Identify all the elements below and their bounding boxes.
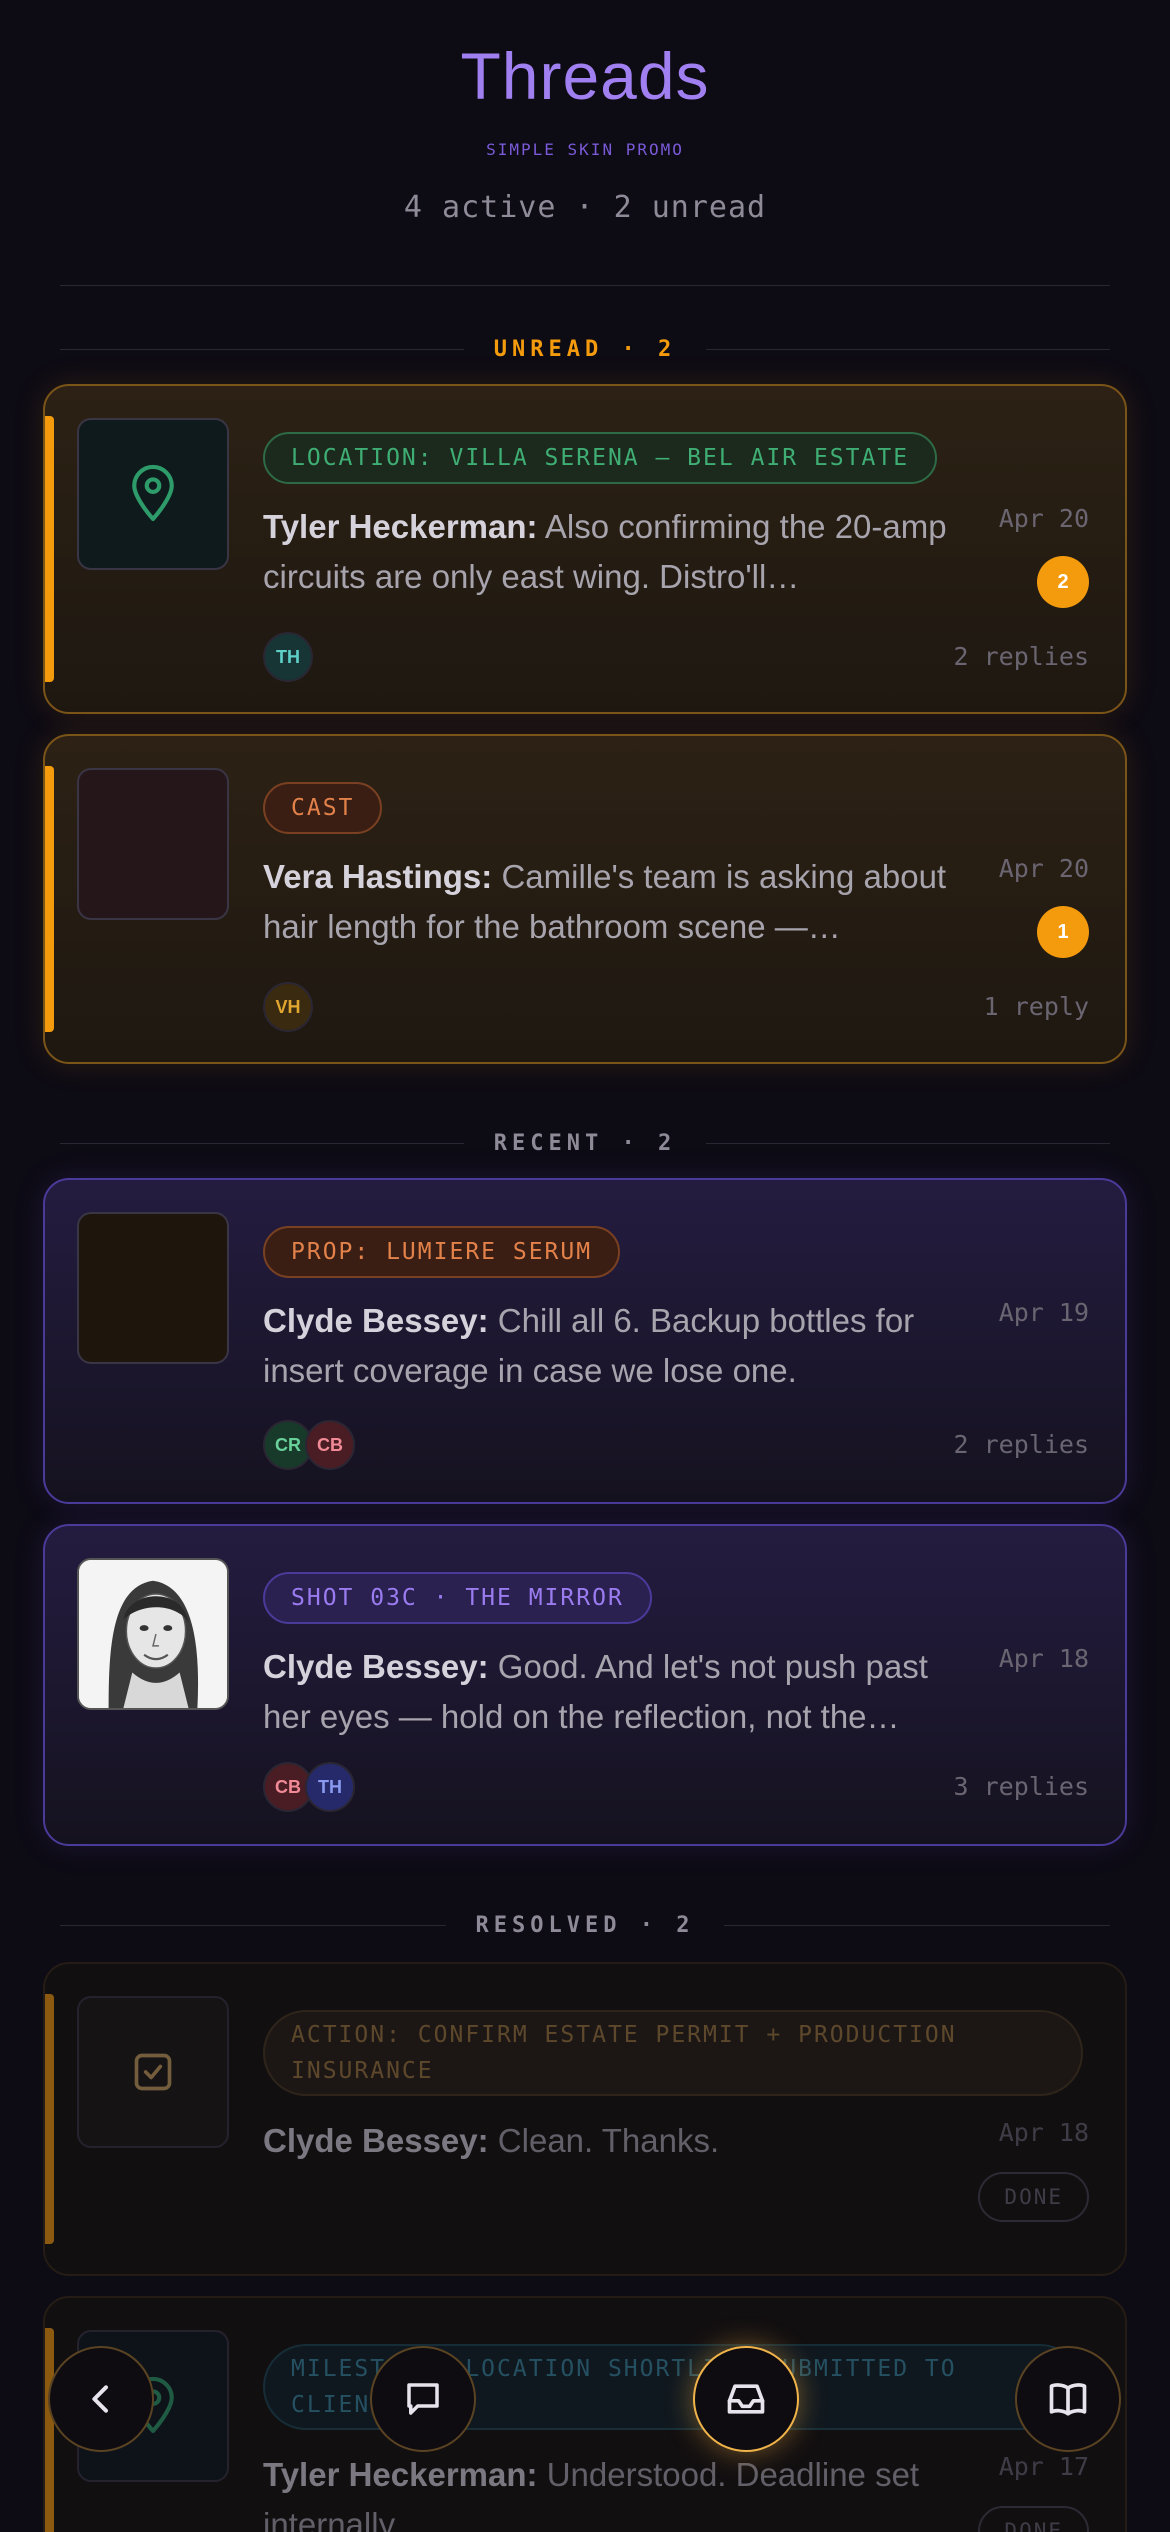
project-subtitle: SIMPLE SKIN PROMO xyxy=(486,140,684,159)
thread-thumbnail xyxy=(77,1996,229,2148)
thread-message: Tyler Heckerman: Understood. Deadline se… xyxy=(263,2450,963,2532)
thread-date: Apr 20 xyxy=(998,504,1089,533)
section-header-resolved: RESOLVED · 2 xyxy=(60,1910,1111,1940)
thread-message: Tyler Heckerman: Also confirming the 20-… xyxy=(263,502,963,602)
thread-message: Clyde Bessey: Chill all 6. Backup bottle… xyxy=(263,1296,963,1396)
page-title: Threads xyxy=(460,39,710,113)
reply-count[interactable]: 2 replies xyxy=(954,642,1089,671)
thread-tag[interactable]: ACTION: CONFIRM ESTATE PERMIT + PRODUCTI… xyxy=(263,2010,1083,2096)
thread-date: Apr 19 xyxy=(998,1298,1089,1327)
thread-card[interactable]: MILESTONE: LOCATION SHORTLIST SUBMITTED … xyxy=(43,2296,1127,2532)
thread-date: Apr 18 xyxy=(998,2118,1089,2147)
unread-indicator xyxy=(45,766,54,1032)
message-author: Clyde Bessey: xyxy=(263,2122,489,2159)
status-indicator xyxy=(45,2328,54,2532)
thread-thumbnail xyxy=(77,418,229,570)
reply-count[interactable]: 1 reply xyxy=(984,992,1089,1021)
section-header-unread: UNREAD · 2 xyxy=(60,334,1111,364)
thread-card[interactable]: CAST Vera Hastings: Camille's team is as… xyxy=(43,734,1127,1064)
section-label: RESOLVED · 2 xyxy=(475,1912,695,1938)
inbox-icon xyxy=(727,2384,765,2414)
thread-thumbnail xyxy=(77,1558,229,1710)
avatar: TH xyxy=(263,632,313,682)
thread-counts: 4 active · 2 unread xyxy=(403,190,767,225)
done-badge: DONE xyxy=(978,2506,1089,2532)
thread-date: Apr 18 xyxy=(998,1644,1089,1673)
thread-tag[interactable]: PROP: LUMIERE SERUM xyxy=(263,1226,621,1278)
avatar: TH xyxy=(305,1762,355,1812)
chat-icon xyxy=(407,2383,439,2415)
chat-button[interactable] xyxy=(370,2346,476,2452)
unread-count-badge: 2 xyxy=(1037,556,1089,608)
thread-thumbnail xyxy=(77,1212,229,1364)
thread-message: Clyde Bessey: Clean. Thanks. xyxy=(263,2116,963,2166)
message-author: Vera Hastings: xyxy=(263,858,493,895)
message-text: Clean. Thanks. xyxy=(497,2122,720,2159)
thread-tag[interactable]: LOCATION: VILLA SERENA — BEL AIR ESTATE xyxy=(263,432,938,484)
thread-card[interactable]: ACTION: CONFIRM ESTATE PERMIT + PRODUCTI… xyxy=(43,1962,1127,2276)
back-icon xyxy=(92,2385,108,2413)
book-button[interactable] xyxy=(1015,2346,1121,2452)
thread-tag[interactable]: CAST xyxy=(263,782,383,834)
avatar: VH xyxy=(263,982,313,1032)
unread-count-badge: 1 xyxy=(1037,906,1089,958)
book-icon xyxy=(1049,2383,1087,2416)
divider xyxy=(60,285,1110,286)
checkbox-icon xyxy=(134,2053,172,2091)
participant-avatars: TH xyxy=(263,632,313,682)
participant-avatars: VH xyxy=(263,982,313,1032)
section-header-recent: RECENT · 2 xyxy=(60,1128,1111,1158)
thread-card[interactable]: PROP: LUMIERE SERUM Clyde Bessey: Chill … xyxy=(43,1178,1127,1504)
inbox-button[interactable] xyxy=(693,2346,799,2452)
thread-message: Clyde Bessey: Good. And let's not push p… xyxy=(263,1642,963,1742)
avatar: CB xyxy=(305,1420,355,1470)
thread-card[interactable]: SHOT 03C · THE MIRROR Clyde Bessey: Good… xyxy=(43,1524,1127,1846)
unread-indicator xyxy=(45,416,54,682)
map-pin-icon xyxy=(132,464,174,522)
thread-date: Apr 20 xyxy=(998,854,1089,883)
section-label: RECENT · 2 xyxy=(493,1130,677,1156)
message-author: Tyler Heckerman: xyxy=(263,508,538,545)
thread-date: Apr 17 xyxy=(998,2452,1089,2481)
section-label: UNREAD · 2 xyxy=(493,336,677,362)
reply-count[interactable]: 3 replies xyxy=(954,1772,1089,1801)
thread-thumbnail xyxy=(77,768,229,920)
message-author: Tyler Heckerman: xyxy=(263,2456,538,2493)
done-badge: DONE xyxy=(978,2172,1089,2222)
thread-tag[interactable]: SHOT 03C · THE MIRROR xyxy=(263,1572,652,1624)
participant-avatars: CB TH xyxy=(263,1762,355,1812)
message-author: Clyde Bessey: xyxy=(263,1302,489,1339)
reply-count[interactable]: 2 replies xyxy=(954,1430,1089,1459)
participant-avatars: CR CB xyxy=(263,1420,355,1470)
portrait-sketch-image xyxy=(79,1560,227,1708)
thread-message: Vera Hastings: Camille's team is asking … xyxy=(263,852,963,952)
message-author: Clyde Bessey: xyxy=(263,1648,489,1685)
thread-card[interactable]: LOCATION: VILLA SERENA — BEL AIR ESTATE … xyxy=(43,384,1127,714)
status-indicator xyxy=(45,1994,54,2244)
back-button[interactable] xyxy=(48,2346,154,2452)
